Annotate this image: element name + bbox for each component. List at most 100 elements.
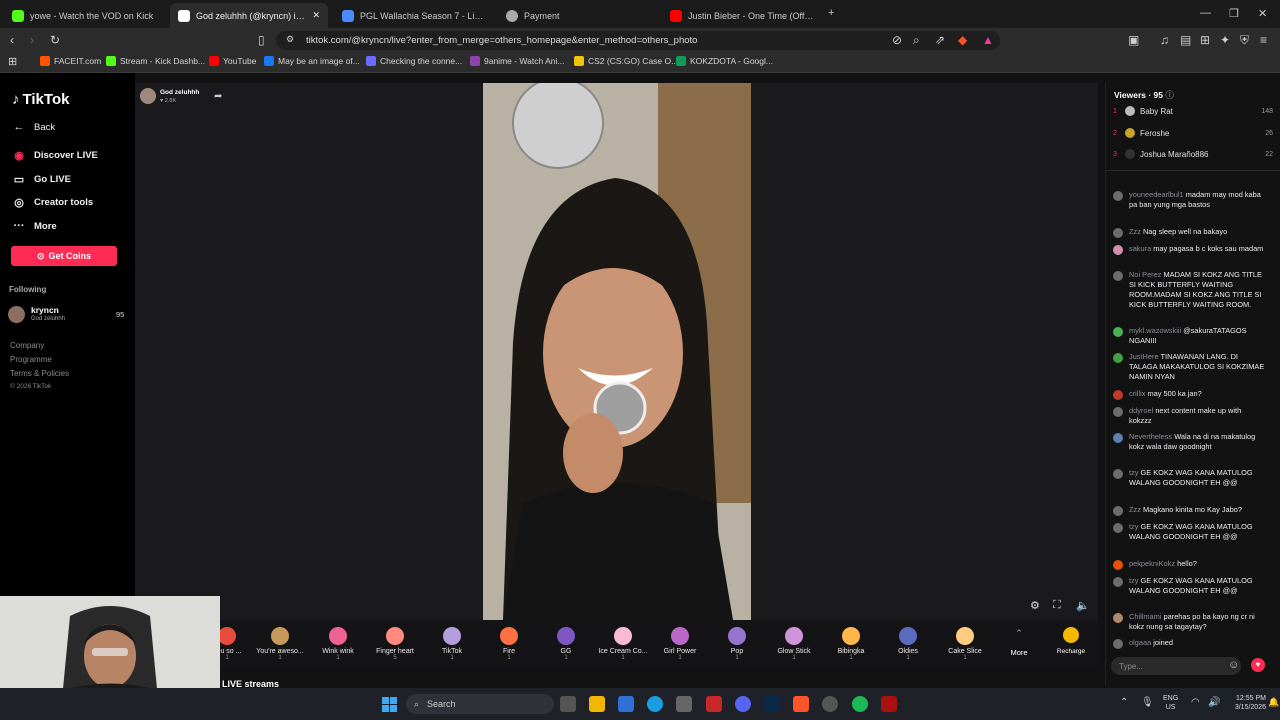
get-coins-button[interactable]: ⊙ Get Coins bbox=[11, 246, 117, 266]
viewer-count: 95 bbox=[116, 310, 125, 319]
gift-item[interactable]: Oldies 1 bbox=[880, 627, 936, 661]
taskbar-search[interactable]: ⌕ Search bbox=[406, 694, 554, 714]
code-editor-icon[interactable] bbox=[764, 696, 780, 712]
viewers-header[interactable]: Viewers · 95 ⓘ bbox=[1114, 89, 1174, 101]
gift-item[interactable]: Finger heart 5 bbox=[367, 627, 423, 661]
bookmark-icon[interactable]: ▯ bbox=[258, 33, 265, 47]
reload-icon[interactable]: ↻ bbox=[50, 33, 60, 47]
new-tab-icon[interactable]: + bbox=[828, 7, 834, 19]
discord-icon[interactable] bbox=[735, 696, 751, 712]
notification-icon[interactable]: 🔔 bbox=[1268, 697, 1279, 708]
tab-liquipedia[interactable]: PGL Wallachia Season 7 - Liquipedia bbox=[334, 3, 494, 28]
forward-arrow-icon[interactable]: › bbox=[30, 33, 34, 47]
tiktok-favicon-icon bbox=[178, 9, 190, 22]
app-icon[interactable] bbox=[618, 696, 634, 712]
viewer-row[interactable]: 3 Joshua Maraño886 22 bbox=[1113, 149, 1273, 159]
edge-icon[interactable] bbox=[647, 696, 663, 712]
gift-item[interactable]: You're aweso... 1 bbox=[252, 627, 308, 661]
footer-company[interactable]: Company bbox=[10, 341, 44, 350]
volume-icon[interactable]: 🔈 bbox=[1076, 599, 1090, 612]
close-window-icon[interactable]: ✕ bbox=[1258, 7, 1267, 20]
mic-icon[interactable]: 🎙 bbox=[1141, 697, 1154, 708]
language-indicator[interactable]: ENG US bbox=[1163, 694, 1178, 712]
gift-item[interactable]: Cake Slice 1 bbox=[937, 627, 993, 661]
clock[interactable]: 12:55 PM 3/15/2026 bbox=[1224, 694, 1266, 712]
store-icon[interactable] bbox=[676, 696, 692, 712]
task-view-icon[interactable] bbox=[560, 696, 576, 712]
tab-youtube[interactable]: Justin Bieber - One Time (Official Mu... bbox=[662, 3, 822, 28]
bookmark-9anime[interactable]: 9anime - Watch Ani... bbox=[470, 56, 564, 66]
footer-terms[interactable]: Terms & Policies bbox=[10, 369, 69, 378]
gift-item[interactable]: TikTok 1 bbox=[424, 627, 480, 661]
sidebar-toggle-icon[interactable]: ▣ bbox=[1128, 33, 1139, 47]
back-link[interactable]: ← Back bbox=[12, 121, 56, 133]
share-arrow-icon[interactable]: ➦ bbox=[214, 91, 222, 102]
bookmark-youtube[interactable]: YouTube bbox=[209, 56, 256, 66]
avatar bbox=[1125, 106, 1135, 116]
nav-discover-live[interactable]: ◉ Discover LIVE bbox=[12, 149, 98, 162]
gift-item[interactable]: GG 1 bbox=[538, 627, 594, 661]
gift-item[interactable]: Bibingka 1 bbox=[823, 627, 879, 661]
ai-icon[interactable]: ✦ bbox=[1220, 33, 1230, 47]
bookmark-cs2-case[interactable]: CS2 (CS:GO) Case O... bbox=[574, 56, 678, 66]
gift-item[interactable]: Ice Cream Co... 1 bbox=[595, 627, 651, 661]
gift-item[interactable]: Girl Power 1 bbox=[652, 627, 708, 661]
volume-tray-icon[interactable]: 🔊 bbox=[1208, 697, 1220, 708]
chat-input[interactable]: Type... bbox=[1111, 657, 1241, 675]
nav-more[interactable]: ··· More bbox=[12, 220, 57, 232]
gift-item[interactable]: Pop 1 bbox=[709, 627, 765, 661]
host-info[interactable]: God zeluhhh ♥ 2.8K bbox=[140, 88, 220, 108]
fullscreen-icon[interactable]: ⛶ bbox=[1053, 599, 1061, 612]
zoom-icon[interactable]: ⌕ bbox=[913, 33, 920, 48]
menu-icon[interactable]: ≡ bbox=[1260, 33, 1267, 47]
apps-grid-icon[interactable]: ⊞ bbox=[8, 55, 17, 68]
brave-icon[interactable] bbox=[793, 696, 809, 712]
bookmark-kick-dashboard[interactable]: Stream - Kick Dashb... bbox=[106, 56, 205, 66]
gift-item[interactable]: Glow Stick 1 bbox=[766, 627, 822, 661]
following-item-kryncn[interactable]: kryncn God zeluhhh 95 bbox=[8, 305, 128, 325]
tab-tiktok-live[interactable]: God zeluhhh (@kryncn) is LIVE✕ bbox=[170, 3, 328, 28]
tiktok-logo[interactable]: ♪ TikTok bbox=[12, 91, 69, 108]
gift-item[interactable]: Wink wink 1 bbox=[310, 627, 366, 661]
rewards-icon[interactable]: ▲ bbox=[982, 33, 994, 47]
bookmark-faceit[interactable]: FACEIT.com bbox=[40, 56, 101, 66]
maximize-icon[interactable]: ❐ bbox=[1229, 7, 1239, 20]
chevron-up-icon[interactable]: ⌃ bbox=[1120, 697, 1128, 708]
tab-close-icon[interactable]: ✕ bbox=[312, 10, 320, 21]
wifi-icon[interactable]: ◠ bbox=[1191, 697, 1200, 708]
reading-icon[interactable]: ▤ bbox=[1180, 33, 1191, 47]
brave-shield-icon[interactable]: ◆ bbox=[958, 33, 967, 47]
site-info-icon[interactable]: ⚙ bbox=[286, 34, 294, 45]
avatar bbox=[1113, 407, 1123, 417]
adobe-icon[interactable] bbox=[706, 696, 722, 712]
tab-kick-vod[interactable]: yowe - Watch the VOD on Kick bbox=[4, 3, 166, 28]
like-heart-icon[interactable]: ♥ bbox=[1251, 658, 1265, 672]
nav-go-live[interactable]: ▭ Go LIVE bbox=[12, 173, 71, 186]
tracker-icon[interactable]: ⊘ bbox=[892, 33, 902, 47]
extensions-icon[interactable]: ⊞ bbox=[1200, 33, 1210, 47]
file-explorer-icon[interactable] bbox=[589, 696, 605, 712]
more-gifts-button[interactable]: ⌃ More bbox=[1004, 628, 1034, 657]
minimize-icon[interactable]: — bbox=[1200, 7, 1211, 19]
viewer-row[interactable]: 2 Feroshe 26 bbox=[1113, 128, 1273, 138]
share-icon[interactable]: ⇗ bbox=[935, 33, 945, 47]
bookmark-connection[interactable]: Checking the conne... bbox=[366, 56, 462, 66]
recharge-button[interactable]: Recharge bbox=[1050, 627, 1092, 655]
steam-icon[interactable] bbox=[822, 696, 838, 712]
nav-creator-tools[interactable]: ◎ Creator tools bbox=[12, 196, 93, 209]
app-red-icon[interactable] bbox=[881, 696, 897, 712]
live-video[interactable] bbox=[483, 83, 751, 620]
vpn-icon[interactable]: ⛨ bbox=[1240, 33, 1249, 48]
gift-item[interactable]: Fire 1 bbox=[481, 627, 537, 661]
spotify-icon[interactable] bbox=[852, 696, 868, 712]
tab-payment[interactable]: Payment bbox=[498, 3, 658, 28]
viewer-row[interactable]: 1 Baby Rat 148 bbox=[1113, 106, 1273, 116]
media-icon[interactable]: ♫ bbox=[1160, 33, 1169, 47]
emoji-icon[interactable]: ☺ bbox=[1228, 659, 1239, 671]
windows-start-icon[interactable] bbox=[382, 697, 397, 712]
settings-icon[interactable]: ⚙ bbox=[1030, 599, 1040, 612]
back-arrow-icon[interactable]: ‹ bbox=[10, 33, 14, 47]
bookmark-kokzdota-sheet[interactable]: KOKZDOTA - Googl... bbox=[676, 56, 773, 66]
footer-programme[interactable]: Programme bbox=[10, 355, 52, 364]
bookmark-facebook[interactable]: May be an image of... bbox=[264, 56, 360, 66]
